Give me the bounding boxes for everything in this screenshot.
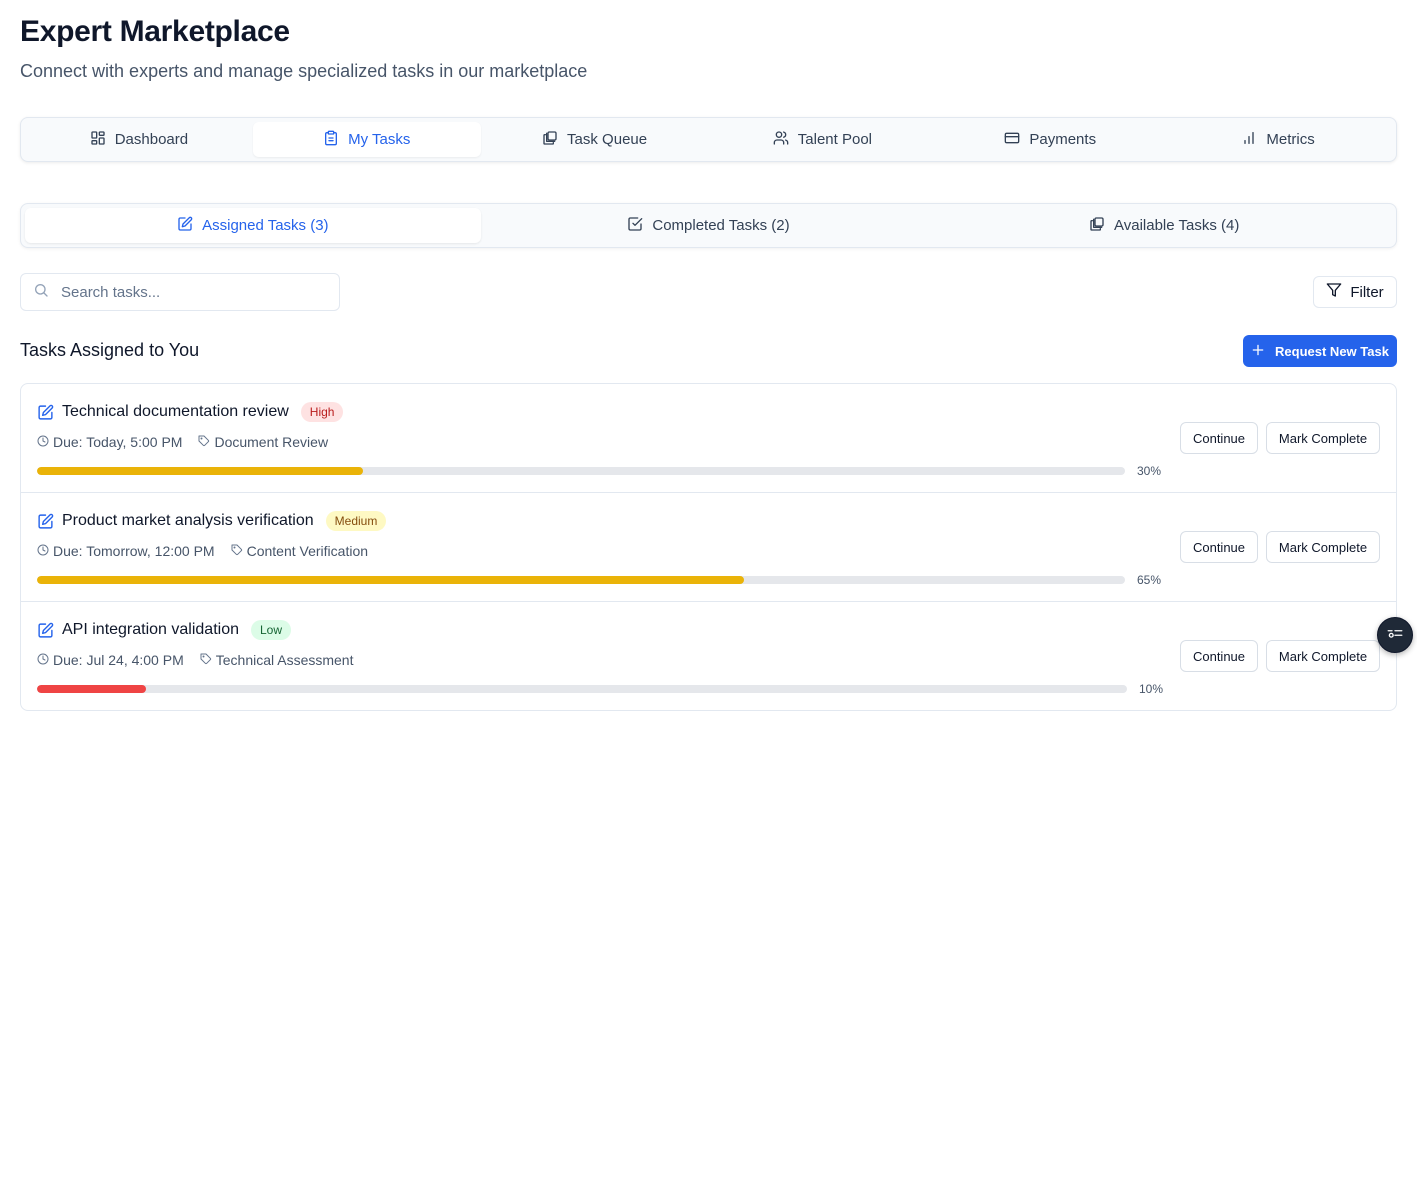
plus-icon: [1251, 343, 1265, 360]
page-header: Expert Marketplace Connect with experts …: [20, 14, 587, 82]
task-row: Product market analysis verification Med…: [21, 493, 1396, 602]
search-input[interactable]: [61, 283, 321, 301]
priority-badge: Low: [251, 620, 292, 640]
toggle-list-icon: [1386, 624, 1404, 647]
tag-icon: [200, 652, 212, 668]
tag-icon: [198, 434, 210, 450]
clock-icon: [37, 543, 49, 559]
copy-icon: [1089, 216, 1105, 236]
floating-action-button[interactable]: [1377, 617, 1413, 653]
tag-icon: [231, 543, 243, 559]
task-row: Technical documentation review High Due:…: [21, 384, 1396, 493]
tab-task-queue[interactable]: Task Queue: [481, 122, 709, 157]
task-list: Technical documentation review High Due:…: [20, 383, 1397, 711]
tab-available-tasks[interactable]: Available Tasks (4): [936, 208, 1392, 243]
progress-fill: [37, 467, 364, 475]
page-title: Expert Marketplace: [20, 15, 290, 48]
credit-card-icon: [1004, 130, 1020, 150]
task-title: Product market analysis verification: [62, 512, 314, 529]
progress-percent: 65%: [1137, 573, 1162, 587]
tab-label: Metrics: [1266, 131, 1315, 148]
sub-tab-bar: Assigned Tasks (3) Completed Tasks (2) A…: [20, 203, 1397, 248]
page-subtitle: Connect with experts and manage speciali…: [20, 61, 588, 81]
continue-button[interactable]: Continue: [1180, 422, 1258, 454]
task-category: Content Verification: [246, 543, 369, 559]
request-new-task-button[interactable]: Request New Task: [1243, 335, 1397, 367]
continue-button[interactable]: Continue: [1180, 640, 1258, 672]
main-tab-bar: Dashboard My Tasks Task Queue Talent Poo…: [20, 117, 1397, 162]
edit-icon: [177, 216, 193, 236]
tab-metrics[interactable]: Metrics: [1164, 122, 1392, 157]
search-box: [20, 273, 340, 311]
tab-label: Dashboard: [114, 131, 189, 148]
due-date: Due: Today, 5:00 PM: [53, 434, 183, 450]
tab-label: Available Tasks (4): [1114, 217, 1240, 234]
mark-complete-button[interactable]: Mark Complete: [1266, 640, 1380, 672]
tab-payments[interactable]: Payments: [936, 122, 1164, 157]
due-date: Due: Jul 24, 4:00 PM: [53, 652, 184, 668]
edit-icon: [37, 622, 54, 639]
check-square-icon: [627, 216, 643, 236]
priority-badge: Medium: [325, 511, 387, 531]
edit-icon: [37, 404, 54, 421]
edit-icon: [37, 513, 54, 530]
continue-button[interactable]: Continue: [1180, 531, 1258, 563]
progress-bar: [37, 467, 1125, 475]
task-title: API integration validation: [62, 621, 239, 638]
mark-complete-button[interactable]: Mark Complete: [1266, 422, 1380, 454]
progress-bar: [37, 576, 1125, 584]
due-date: Due: Tomorrow, 12:00 PM: [53, 543, 215, 559]
task-category: Technical Assessment: [215, 652, 354, 668]
filter-label: Filter: [1350, 283, 1384, 301]
tab-label: Task Queue: [567, 131, 648, 148]
tab-assigned-tasks[interactable]: Assigned Tasks (3): [25, 208, 481, 243]
tab-label: Payments: [1029, 131, 1097, 148]
filter-icon: [1326, 282, 1342, 302]
users-icon: [773, 130, 789, 150]
clipboard-icon: [323, 130, 339, 150]
request-button-label: Request New Task: [1275, 343, 1389, 359]
tab-completed-tasks[interactable]: Completed Tasks (2): [481, 208, 937, 243]
copy-icon: [542, 130, 558, 150]
tab-my-tasks[interactable]: My Tasks: [252, 122, 481, 157]
clock-icon: [37, 652, 49, 668]
tab-label: Talent Pool: [797, 131, 872, 148]
search-icon: [33, 282, 49, 303]
section-title: Tasks Assigned to You: [20, 340, 200, 360]
progress-fill: [37, 576, 745, 584]
task-title: Technical documentation review: [62, 403, 289, 420]
task-row: API integration validation Low Due: Jul …: [21, 602, 1396, 710]
tab-label: Assigned Tasks (3): [202, 217, 329, 234]
tab-dashboard[interactable]: Dashboard: [25, 122, 253, 157]
filter-button[interactable]: Filter: [1313, 276, 1397, 308]
tab-label: Completed Tasks (2): [652, 217, 790, 234]
bar-chart-icon: [1241, 130, 1257, 150]
progress-percent: 30%: [1137, 464, 1162, 478]
progress-percent: 10%: [1139, 682, 1164, 696]
mark-complete-button[interactable]: Mark Complete: [1266, 531, 1380, 563]
progress-fill: [37, 685, 146, 693]
progress-bar: [37, 685, 1127, 693]
task-category: Document Review: [214, 434, 329, 450]
priority-badge: High: [300, 402, 344, 422]
tab-talent-pool[interactable]: Talent Pool: [708, 122, 936, 157]
tab-label: My Tasks: [348, 131, 411, 148]
dashboard-icon: [90, 130, 106, 150]
clock-icon: [37, 434, 49, 450]
